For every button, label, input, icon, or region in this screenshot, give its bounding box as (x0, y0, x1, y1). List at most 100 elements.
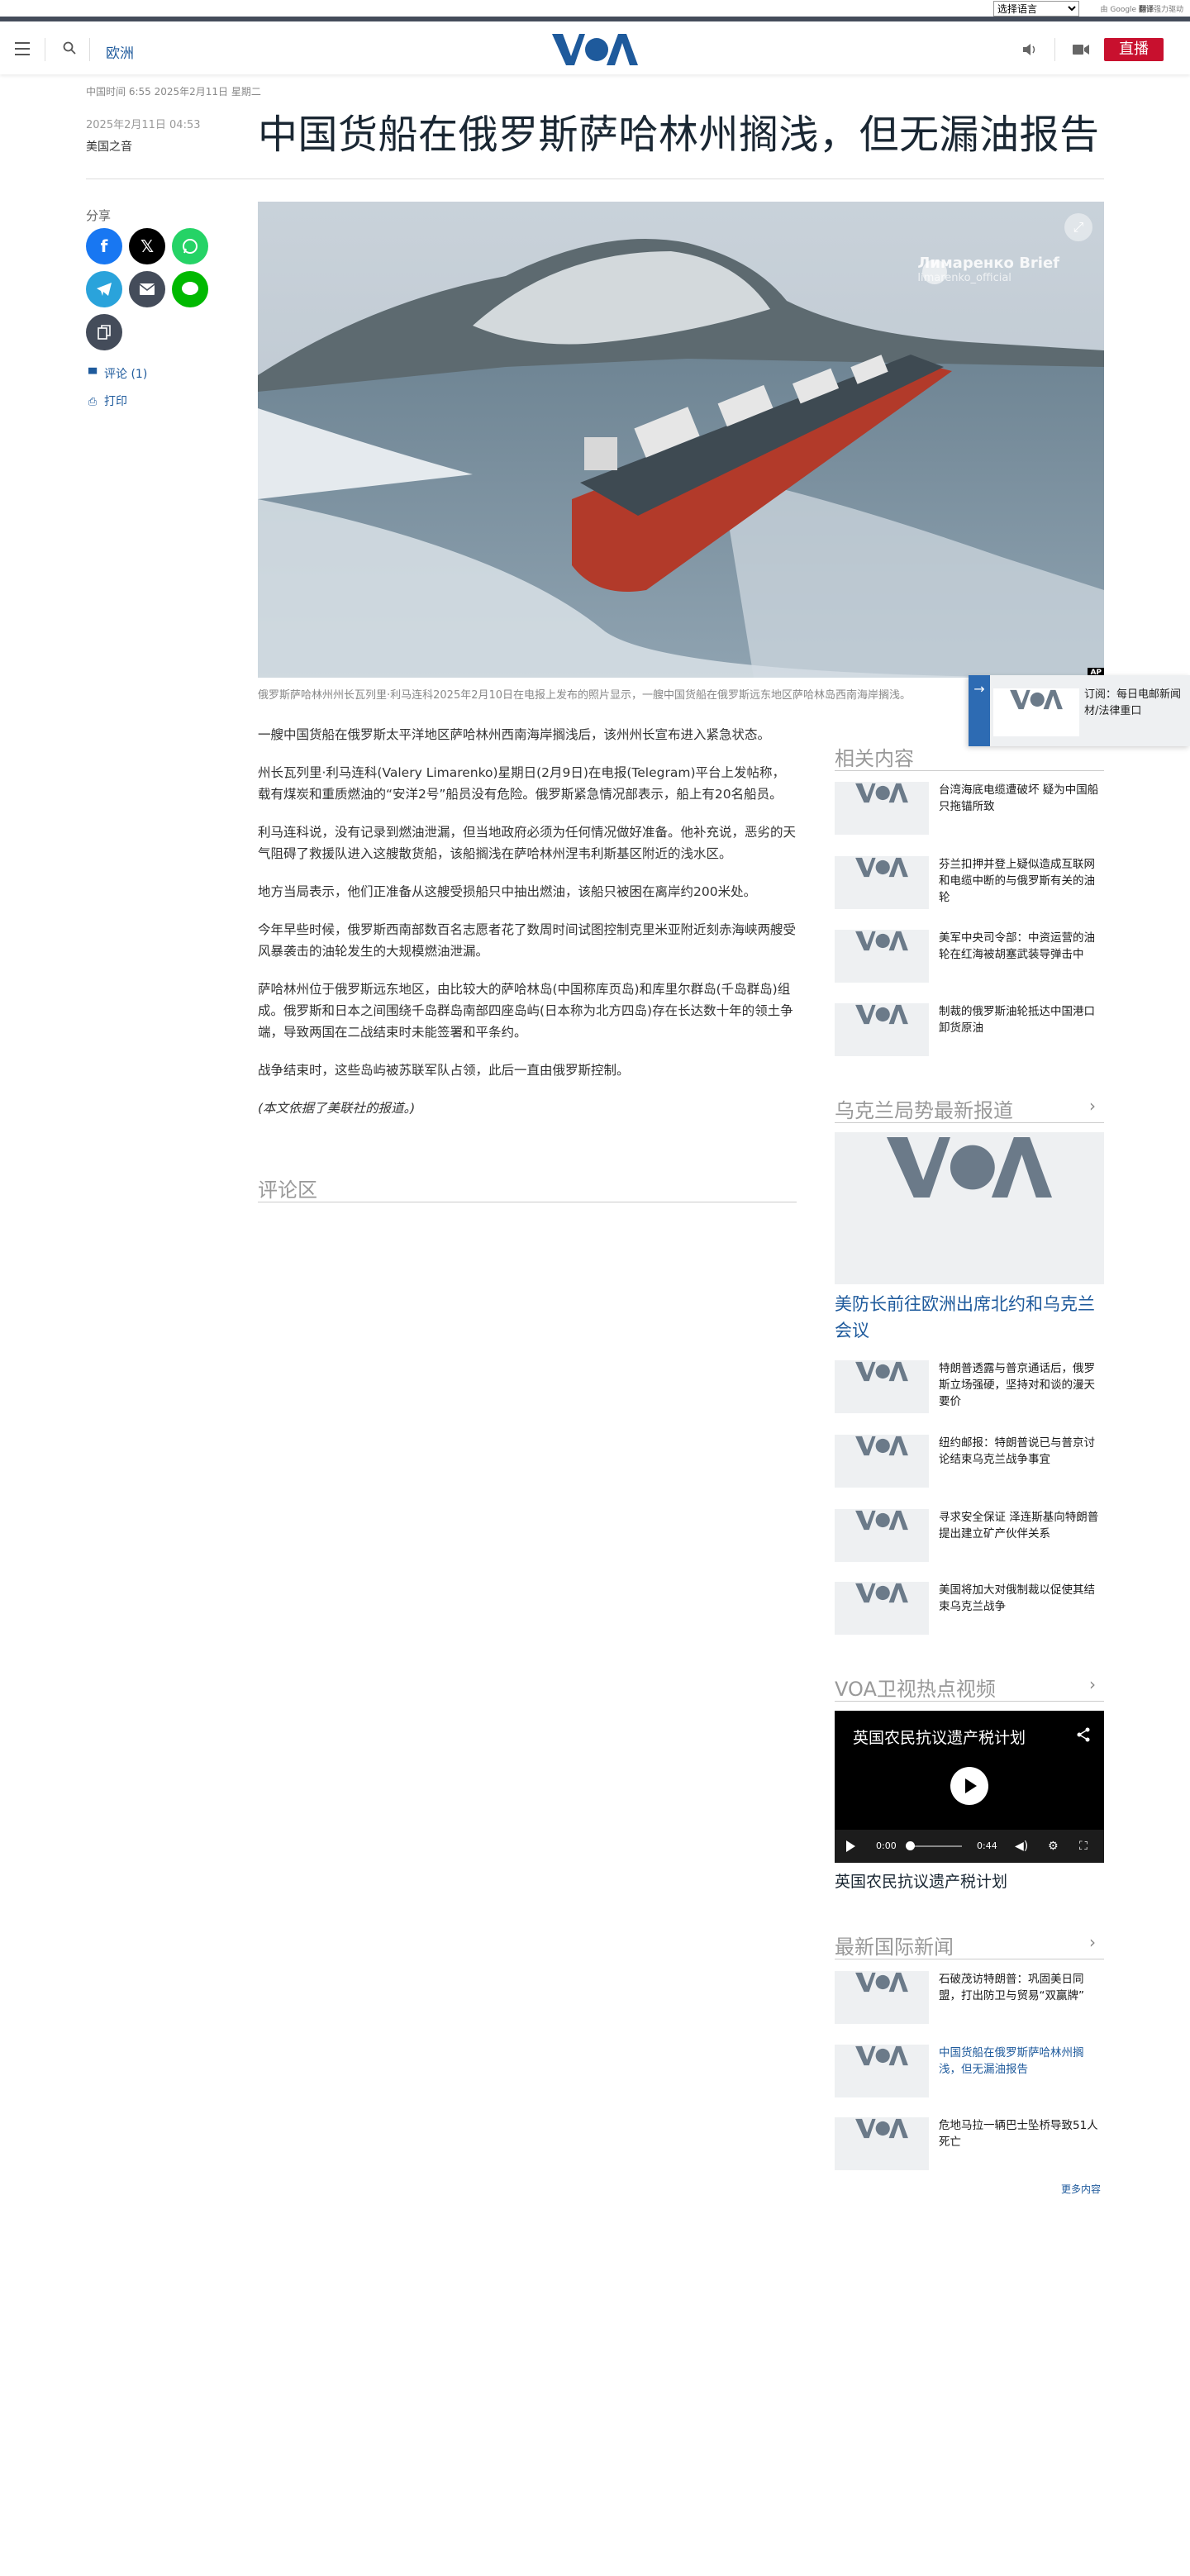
whatsapp-icon (183, 239, 198, 254)
video-player[interactable]: 英国农民抗议遗产税计划 0:00 0:44 ◀) ⚙ ⛶ (835, 1711, 1104, 1863)
volume-icon[interactable]: ◀) (1015, 1840, 1028, 1853)
print-link[interactable]: ⎙ 打印 (86, 393, 127, 409)
share-label: 分享 (86, 208, 112, 223)
facebook-icon: f (100, 236, 108, 256)
more-link[interactable]: 更多内容 (1061, 2182, 1101, 2196)
related-divider (835, 770, 1104, 771)
comments-link[interactable]: ▀ 评论 (1) (86, 365, 147, 382)
search-icon[interactable] (63, 41, 76, 55)
voa-thumbnail (835, 856, 929, 909)
world-item[interactable]: 危地马拉一辆巴士坠桥导致51人死亡 (835, 2117, 1104, 2175)
copy-link-button[interactable] (86, 314, 122, 350)
ukraine-divider (835, 1122, 1104, 1123)
voa-thumbnail (835, 1582, 929, 1635)
telegram-share-button[interactable] (86, 271, 122, 307)
fullscreen-icon[interactable]: ⛶ (1079, 1840, 1088, 1853)
related-item[interactable]: 台湾海底电缆遭破坏 疑为中国船只拖锚所致 (835, 782, 1104, 840)
menu-icon[interactable] (15, 42, 30, 55)
timeline-date: 中国时间 6:55 2025年2月11日 星期二 (86, 86, 261, 98)
speaker-icon[interactable] (1021, 42, 1038, 57)
photo-watermark: Лимаренко Brief limarenko_official (917, 255, 1059, 284)
world-section-title[interactable]: 最新国际新闻 (835, 1931, 954, 1959)
subscribe-text: 订阅：每日电邮新闻材/法律重口 (1084, 688, 1182, 717)
paragraph: 一艘中国货船在俄罗斯太平洋地区萨哈林州西南海岸搁浅后，该州州长宣布进入紧急状态。 (258, 727, 771, 742)
play-icon[interactable] (846, 1840, 855, 1852)
paragraph: 战争结束时，这些岛屿被苏联军队占领，此后一直由俄罗斯控制。 (258, 1063, 630, 1078)
subscribe-panel[interactable]: → 订阅：每日电邮新闻材/法律重口 (969, 675, 1190, 746)
x-share-button[interactable]: 𝕏 (129, 228, 165, 264)
voa-thumbnail (835, 2045, 929, 2097)
paragraph: 地方当局表示，他们正准备从这艘受损船只中抽出燃油，该船只被困在离岸约200米处。 (258, 884, 757, 899)
voa-thumbnail (835, 1360, 929, 1413)
voa-thumbnail-large[interactable] (835, 1132, 1104, 1284)
voa-thumbnail (835, 1971, 929, 2024)
current-time: 0:00 (876, 1840, 897, 1851)
language-select[interactable]: 选择语言 (993, 1, 1079, 17)
settings-icon[interactable]: ⚙ (1048, 1840, 1059, 1853)
video-caption[interactable]: 英国农民抗议遗产税计划 (835, 1869, 1007, 1892)
email-share-button[interactable] (129, 271, 165, 307)
ukraine-item[interactable]: 美国将加大对俄制裁以促使其结束乌克兰战争 (835, 1582, 1104, 1640)
related-item[interactable]: 制裁的俄罗斯油轮抵达中国港口卸货原油 (835, 1003, 1104, 1061)
ukraine-section-title[interactable]: 乌克兰局势最新报道 (835, 1094, 1013, 1123)
chevron-right-icon[interactable]: › (1089, 1096, 1096, 1116)
comments-section-title: 评论区 (258, 1178, 317, 1202)
chevron-right-icon[interactable]: › (1089, 1674, 1096, 1694)
copy-icon (98, 325, 111, 340)
video-camera-icon[interactable] (1073, 44, 1089, 55)
expand-icon[interactable]: ⤢ (1064, 213, 1092, 241)
line-share-button[interactable] (172, 271, 208, 307)
total-time: 0:44 (977, 1840, 997, 1851)
article-title: 中国货船在俄罗斯萨哈林州搁浅，但无漏油报告 (258, 112, 1100, 158)
voa-thumbnail (835, 1509, 929, 1562)
telegram-icon (97, 283, 112, 296)
voa-thumbnail (835, 1435, 929, 1488)
header-divider (89, 38, 90, 61)
voa-thumbnail (993, 688, 1079, 736)
video-controls: 0:00 0:44 ◀) ⚙ ⛶ (835, 1830, 1104, 1863)
world-item[interactable]: 石破茂访特朗普：巩固美日同盟，打出防卫与贸易“双赢牌” (835, 1971, 1104, 2029)
paragraph: 州长瓦列里·利马连科(Valery Limarenko)星期日(2月9日)在电报… (258, 765, 786, 802)
article-photo: ⤢ Лимаренко Brief limarenko_official AP (258, 202, 1104, 678)
printer-icon: ⎙ (88, 396, 98, 408)
share-icon[interactable] (1076, 1727, 1091, 1742)
google-translate-credit: 由 Google 翻译强力驱动 (1100, 6, 1183, 14)
whatsapp-share-button[interactable] (172, 228, 208, 264)
related-item[interactable]: 芬兰扣押并登上疑似造成互联网和电缆中断的与俄罗斯有关的油轮 (835, 856, 1104, 914)
ukraine-item[interactable]: 寻求安全保证 泽连斯基向特朗普提出建立矿产伙伴关系 (835, 1509, 1104, 1567)
paragraph: 萨哈林州位于俄罗斯远东地区，由比较大的萨哈林岛(中国称库页岛)和库里尔群岛(千岛… (258, 982, 793, 1040)
line-icon (182, 282, 198, 295)
progress-knob[interactable] (906, 1841, 915, 1850)
play-button[interactable] (950, 1767, 988, 1805)
progress-bar[interactable] (907, 1845, 962, 1847)
publish-date: 2025年2月11日 04:53 (86, 119, 201, 131)
facebook-share-button[interactable]: f (86, 228, 122, 264)
arrow-right-icon[interactable]: → (969, 675, 990, 746)
related-item[interactable]: 美军中央司令部：中资运营的油轮在红海被胡塞武装导弹击中 (835, 930, 1104, 988)
comment-icon: ▀ (88, 369, 97, 381)
live-button[interactable]: 直播 (1104, 38, 1164, 61)
voa-thumbnail (835, 782, 929, 835)
x-icon: 𝕏 (140, 236, 155, 256)
source-note: (本文依据了美联社的报道。) (258, 1101, 416, 1116)
ukraine-item[interactable]: 纽约邮报：特朗普说已与普京讨论结束乌克兰战争事宜 (835, 1435, 1104, 1493)
video-section-title[interactable]: VOA卫视热点视频 (835, 1673, 996, 1702)
video-divider (835, 1701, 1104, 1702)
article-source[interactable]: 美国之音 (86, 138, 132, 155)
site-header: 欧洲 直播 (0, 26, 1190, 74)
language-bar: 选择语言 由 Google 翻译强力驱动 (0, 0, 1190, 21)
chevron-right-icon[interactable]: › (1089, 1932, 1096, 1952)
world-item[interactable]: 中国货船在俄罗斯萨哈林州搁浅，但无漏油报告 (835, 2045, 1104, 2102)
voa-logo[interactable] (552, 31, 638, 68)
voa-thumbnail (835, 2117, 929, 2170)
related-title: 相关内容 (835, 747, 914, 770)
article-body: 一艘中国货船在俄罗斯太平洋地区萨哈林州西南海岸搁浅后，该州州长宣布进入紧急状态。… (258, 724, 797, 1136)
video-title: 英国农民抗议遗产税计划 (853, 1729, 1026, 1747)
ukraine-feature-title[interactable]: 美防长前往欧洲出席北约和乌克兰会议 (835, 1291, 1104, 1344)
email-icon (139, 283, 155, 295)
header-divider (1054, 38, 1055, 61)
ukraine-item[interactable]: 特朗普透露与普京通话后，俄罗斯立场强硬，坚持对和谈的漫天要价 (835, 1360, 1104, 1418)
voa-thumbnail (835, 1003, 929, 1056)
paragraph: 利马连科说，没有记录到燃油泄漏，但当地政府必须为任何情况做好准备。他补充说，恶劣… (258, 825, 797, 861)
section-link[interactable]: 欧洲 (106, 41, 134, 62)
